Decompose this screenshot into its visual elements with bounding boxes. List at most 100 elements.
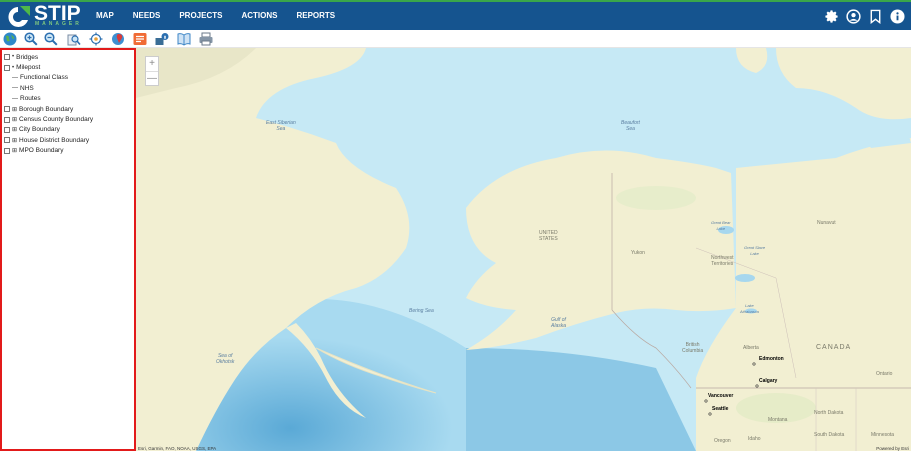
globe-icon[interactable] [3,32,17,46]
layer-label: MPO Boundary [19,147,64,155]
layer-label: Census County Boundary [19,116,94,124]
logo-subtext: MANAGER [35,21,82,27]
zoom-in-button[interactable]: + [146,57,158,71]
label-united-states: UNITED STATES [539,230,558,242]
layer-item[interactable]: ⊞ Borough Boundary [2,104,134,114]
zoom-in-icon[interactable] [24,32,38,46]
nav-reports[interactable]: REPORTS [296,11,335,20]
layer-symbol-icon: ⊞ [12,117,18,124]
gear-icon[interactable] [823,8,839,24]
info-icon[interactable] [889,8,905,24]
logo-mark-icon [8,6,30,27]
layer-label: Routes [20,95,41,103]
layer-symbol-icon: • [12,64,15,71]
layer-item[interactable]: — Functional Class [2,73,134,83]
nav-projects[interactable]: PROJECTS [179,11,222,20]
bookmark-icon[interactable] [867,8,883,24]
label-minnesota: Minnesota [871,432,895,438]
layer-checkbox[interactable] [4,147,10,154]
layer-label: House District Boundary [19,136,90,144]
main-nav: MAP NEEDS PROJECTS ACTIONS REPORTS [96,11,354,20]
label-beaufort-sea: Beaufort Sea [621,120,640,132]
layer-symbol-icon: • [12,54,15,61]
label-northwest-territories: Northwest Territories [711,255,734,267]
label-canada: CANADA [816,344,852,351]
label-ontario: Ontario [876,371,893,377]
layer-label: NHS [20,84,34,92]
layer-symbol-icon: ⊞ [12,148,18,155]
layer-label: Milepost [16,64,41,72]
layer-symbol-icon: ⊞ [12,137,18,144]
stip-logo[interactable]: STIP MANAGER [4,2,90,30]
city-seattle: Seattle [712,406,729,412]
nav-map[interactable]: MAP [96,11,114,20]
layer-symbol-icon: — [12,74,18,81]
top-icons [823,8,905,24]
layer-symbol-icon: ⊞ [12,127,18,134]
label-british-columbia: British Columbia [682,342,704,354]
zoom-layer-icon[interactable] [67,32,81,46]
layer-item[interactable]: ⊞ House District Boundary [2,135,134,145]
label-great-bear-lake: Great Bear Lake [711,220,731,231]
city-calgary: Calgary [759,378,778,384]
label-north-dakota: North Dakota [814,410,844,416]
layer-checkbox [4,85,10,92]
layer-item[interactable]: ⊞ Census County Boundary [2,114,134,124]
label-south-dakota: South Dakota [814,432,845,438]
city-vancouver: Vancouver [708,393,734,399]
user-circle-icon[interactable] [845,8,861,24]
label-alberta: Alberta [743,345,759,351]
layer-item[interactable]: — Routes [2,94,134,104]
layer-checkbox[interactable] [4,106,10,113]
label-east-siberian-sea: East Siberian Sea [266,120,296,132]
layer-item[interactable]: ⊞ City Boundary [2,125,134,135]
label-gulf-of-alaska: Gulf of Alaska [551,317,567,329]
layer-item[interactable]: • Milepost [2,62,134,72]
label-yukon: Yukon [631,250,645,256]
label-montana: Montana [768,417,788,423]
top-navbar: STIP MANAGER MAP NEEDS PROJECTS ACTIONS … [0,0,911,30]
label-idaho: Idaho [748,436,761,442]
identify-icon[interactable] [155,32,169,46]
layer-checkbox[interactable] [4,137,10,144]
label-sea-of-okhotsk: Sea of Okhotsk [216,353,235,365]
nav-actions[interactable]: ACTIONS [241,11,277,20]
layer-label: City Boundary [19,126,60,134]
layer-list-panel: • Bridges • Milepost — Functional Class — NHS — R… [0,48,136,451]
layer-label: Functional Class [20,74,69,82]
layer-checkbox[interactable] [4,64,10,71]
layer-checkbox [4,95,10,102]
layer-item[interactable]: ⊞ MPO Boundary [2,146,134,156]
book-icon[interactable] [177,32,191,46]
label-great-slave-lake: Great Slave Lake [744,245,766,256]
city-edmonton: Edmonton [759,356,784,362]
layer-item[interactable]: — NHS [2,83,134,93]
layer-checkbox[interactable] [4,126,10,133]
label-oregon: Oregon [714,438,731,444]
basemap [136,48,911,451]
map-toolbar [0,30,911,48]
label-bering-sea: Bering Sea [409,308,434,314]
layer-checkbox[interactable] [4,116,10,123]
zoom-control: + — [145,56,159,86]
label-nunavut: Nunavut [817,220,836,226]
zoom-out-button[interactable]: — [146,71,158,85]
list-icon[interactable] [133,32,147,46]
powered-by[interactable]: Powered by Esri [876,446,909,451]
layer-symbol-icon: — [12,95,18,102]
layer-label: Borough Boundary [19,105,74,113]
layer-symbol-icon: ⊞ [12,106,18,113]
print-icon[interactable] [199,32,213,46]
map-pin-icon[interactable] [111,32,125,46]
layer-item[interactable]: • Bridges [2,52,134,62]
label-lake-athabasca: Lake Athabasca [740,303,759,314]
layer-list: • Bridges • Milepost — Functional Class — NHS — R… [2,50,134,156]
nav-needs[interactable]: NEEDS [133,11,161,20]
layer-symbol-icon: — [12,85,18,92]
layer-checkbox[interactable] [4,54,10,61]
map-view[interactable]: + — East Siberian Sea Beaufort Sea Berin… [136,48,911,451]
layer-checkbox [4,74,10,81]
map-attribution: Esri, Garmin, FAO, NOAA, USGS, EPA [138,446,217,451]
zoom-out-icon[interactable] [44,32,58,46]
locate-icon[interactable] [89,32,103,46]
